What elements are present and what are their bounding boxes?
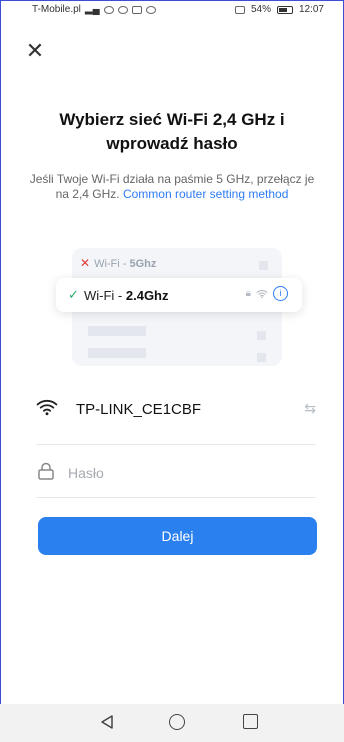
network-5ghz-row: ✕ Wi-Fi - 5Ghz (80, 256, 280, 276)
lock-icon (38, 462, 54, 480)
alarm-icon (234, 5, 245, 14)
placeholder-bar (88, 348, 146, 358)
close-icon[interactable]: ✕ (24, 40, 46, 62)
signal-icon: ▂▄ (84, 4, 100, 15)
switch-network-icon[interactable]: ⇆ (304, 400, 316, 417)
next-button[interactable]: Dalej (38, 517, 317, 555)
whatsapp-icon (117, 5, 128, 14)
lock-small-icon: 🔒︎ (245, 288, 251, 299)
network-5ghz-prefix: Wi-Fi - (94, 258, 130, 270)
cross-icon: ✕ (80, 256, 91, 270)
home-icon[interactable] (169, 714, 185, 730)
check-icon: ✓ (68, 287, 79, 302)
info-icon: i (273, 286, 288, 301)
placeholder-bar (88, 326, 146, 336)
battery-icon (276, 5, 293, 14)
navigation-bar (0, 704, 344, 742)
carrier-name: T-Mobile.pl (32, 4, 81, 15)
wifi-icon (36, 399, 58, 416)
wifi-ssid: TP-LINK_CE1CBF (76, 401, 202, 418)
placeholder-square (257, 353, 266, 362)
back-icon[interactable] (99, 714, 115, 730)
password-input[interactable] (66, 460, 310, 486)
battery-percent: 54% (250, 4, 271, 15)
password-row (36, 456, 316, 496)
placeholder-row (88, 326, 278, 340)
status-left: T-Mobile.pl ▂▄ (32, 4, 156, 15)
placeholder-square (259, 261, 268, 270)
page-subtitle: Jeśli Twoje Wi-Fi działa na paśmie 5 GHz… (0, 172, 344, 202)
wifi-status-icon (103, 5, 114, 14)
messenger-icon (145, 5, 156, 14)
wifi-band-illustration: ✕ Wi-Fi - 5Ghz ✓ Wi-Fi - 2.4Ghz 🔒︎ i (50, 248, 302, 366)
status-bar: T-Mobile.pl ▂▄ 54% 12:07 (0, 0, 344, 20)
placeholder-row (88, 348, 278, 362)
wifi-small-icon (256, 289, 268, 298)
wifi-network-selector[interactable]: TP-LINK_CE1CBF ⇆ (36, 392, 316, 432)
network-24ghz-prefix: Wi-Fi - (84, 288, 126, 303)
divider (36, 444, 316, 445)
network-icons: 🔒︎ i (246, 286, 288, 301)
gallery-icon (131, 5, 142, 14)
network-24ghz-band: 2.4Ghz (125, 288, 169, 303)
recent-apps-icon[interactable] (243, 714, 258, 729)
divider (36, 497, 316, 498)
placeholder-square (257, 331, 266, 340)
status-right: 54% 12:07 (234, 4, 324, 15)
page-title: Wybierz sieć Wi-Fi 2,4 GHz i wprowadź ha… (59, 110, 285, 153)
clock: 12:07 (298, 4, 324, 15)
network-5ghz-band: 5Ghz (129, 258, 157, 270)
router-setting-link[interactable]: Common router setting method (123, 187, 288, 201)
network-24ghz-card: ✓ Wi-Fi - 2.4Ghz 🔒︎ i (56, 278, 302, 312)
network-24ghz-label: Wi-Fi - 2.4Ghz (84, 288, 169, 303)
